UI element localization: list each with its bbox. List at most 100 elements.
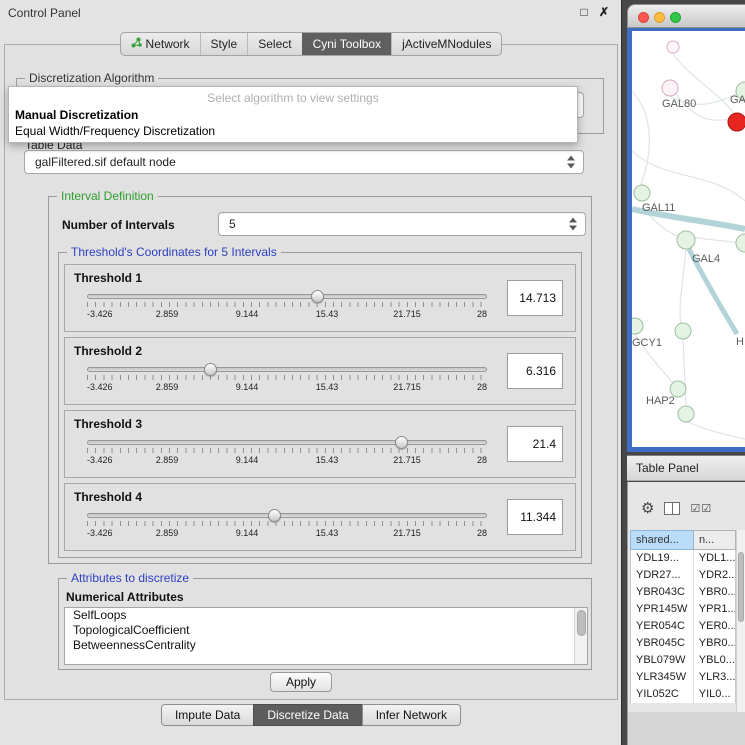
cell[interactable]: YIL0... [694,686,735,703]
column-header-shared-name[interactable]: shared... [630,530,694,550]
cell[interactable]: YBR043C [631,584,694,601]
table-scrollbar[interactable] [736,530,745,712]
network-node[interactable] [677,231,695,249]
cell[interactable]: YBR0... [694,584,735,601]
tab-discretize-data[interactable]: Discretize Data [253,704,362,726]
slider-ticks [87,521,487,526]
threshold-4-value-input[interactable] [507,499,563,535]
threshold-label: Threshold 2 [74,344,142,358]
num-intervals-label: Number of Intervals [62,218,175,232]
tab-network[interactable]: Network [121,33,200,55]
dropdown-option-manual-discretization[interactable]: Manual Discretization [9,107,577,123]
attributes-scrollbar[interactable] [574,608,587,664]
node-label: GA [730,94,745,106]
num-intervals-combobox[interactable]: 5 [218,212,586,236]
table-row[interactable]: YPR145WYPR1... [631,601,735,618]
checkbox-icons[interactable]: ☑☑ [690,502,712,515]
threshold-1-panel: Threshold 1 -3.426 2.859 9.144 15.43 21.… [64,264,576,332]
cell[interactable]: YBL0... [694,652,735,669]
cell[interactable]: YDR27... [631,567,694,584]
cell[interactable]: YDL1... [694,550,735,567]
threshold-2-value-input[interactable] [507,353,563,389]
table-row[interactable]: YBL079WYBL0... [631,652,735,669]
table-row[interactable]: YDR27...YDR2... [631,567,735,584]
scrollbar-thumb[interactable] [577,610,586,636]
apply-button[interactable]: Apply [270,672,332,692]
threshold-4-slider[interactable] [87,513,487,518]
cell[interactable]: YLR345W [631,669,694,686]
table-panel-footer [627,712,745,745]
table-data-combobox[interactable]: galFiltered.sif default node [24,150,584,174]
gear-icon[interactable]: ⚙ [641,499,654,517]
threshold-2-slider[interactable] [87,367,487,372]
algorithm-group-title: Discretization Algorithm [25,71,158,85]
list-item[interactable]: BetweennessCentrality [65,638,587,653]
columns-icon[interactable] [664,502,680,515]
close-traffic-light-icon[interactable] [638,12,649,23]
node-label: HAP2 [646,395,675,407]
close-icon[interactable]: ✗ [596,5,612,19]
threshold-1-value-input[interactable] [507,280,563,316]
checkbox-icon[interactable]: ☑ [690,503,701,515]
tab-jactivemodules[interactable]: jActiveMNodules [391,33,501,55]
column-header-name[interactable]: n... [694,530,736,550]
cell[interactable]: YLR3... [694,669,735,686]
table-row[interactable]: YIL052CYIL0... [631,686,735,703]
network-node[interactable] [675,323,691,339]
network-node[interactable] [736,234,745,252]
threshold-3-slider[interactable] [87,440,487,445]
cell[interactable]: YER054C [631,618,694,635]
minimize-traffic-light-icon[interactable] [654,12,665,23]
table-data-value: galFiltered.sif default node [35,155,176,169]
threshold-3-panel: Threshold 3 -3.426 2.859 9.144 15.43 21.… [64,410,576,478]
table-panel-toolbar: ⚙ ☑☑ [627,493,745,523]
table-row[interactable]: YDL19...YDL1... [631,550,735,567]
threshold-3-value-input[interactable] [507,426,563,462]
bottom-tab-bar: Impute Data Discretize Data Infer Networ… [0,704,622,726]
list-item[interactable]: TopologicalCoefficient [65,623,587,638]
scrollbar-thumb[interactable] [738,552,744,622]
network-node[interactable] [632,318,643,334]
cell[interactable]: YDL19... [631,550,694,567]
cell[interactable]: YDR2... [694,567,735,584]
network-canvas[interactable]: GAL80 GAL11 GAL4 GCY1 HAP2 GA H [632,31,745,447]
network-node[interactable] [634,185,650,201]
network-node-selected[interactable] [728,113,745,131]
cell[interactable]: YPR1... [694,601,735,618]
float-window-icon[interactable]: □ [576,5,592,19]
control-panel-window: Control Panel □ ✗ Network Style Select C… [0,0,622,745]
cell[interactable]: YBL079W [631,652,694,669]
table-row[interactable]: YLR345WYLR3... [631,669,735,686]
checkbox-icon[interactable]: ☑ [701,503,712,515]
threshold-label: Threshold 1 [74,271,142,285]
network-node[interactable] [662,80,678,96]
cell[interactable]: YER0... [694,618,735,635]
attributes-list: SelfLoops TopologicalCoefficient Between… [64,607,588,665]
network-view-frame: GAL80 GAL11 GAL4 GCY1 HAP2 GA H [627,28,745,452]
cell[interactable]: YIL052C [631,686,694,703]
table-row[interactable]: YBR043CYBR0... [631,584,735,601]
slider-ticks [87,448,487,453]
tab-select[interactable]: Select [247,33,301,55]
tab-style[interactable]: Style [200,33,248,55]
threshold-1-slider[interactable] [87,294,487,299]
tab-impute-data[interactable]: Impute Data [161,704,254,726]
network-node[interactable] [678,406,694,422]
table-row[interactable]: YBR045CYBR0... [631,635,735,652]
list-item[interactable]: SelfLoops [65,608,587,623]
tab-cyni-toolbox[interactable]: Cyni Toolbox [302,33,391,55]
dropdown-prompt[interactable]: Select algorithm to view settings [9,89,577,107]
tab-infer-network[interactable]: Infer Network [362,704,461,726]
node-label: H [736,336,744,348]
table-panel-header: Table Panel [627,455,745,481]
network-node[interactable] [667,41,679,53]
cell[interactable]: YBR045C [631,635,694,652]
dropdown-option-equal-width[interactable]: Equal Width/Frequency Discretization [9,123,577,139]
tab-label: jActiveMNodules [402,37,491,51]
cell[interactable]: YPR145W [631,601,694,618]
zoom-traffic-light-icon[interactable] [670,12,681,23]
slider-ticks [87,302,487,307]
table-row[interactable]: YER054CYER0... [631,618,735,635]
network-window-titlebar[interactable] [627,4,745,28]
cell[interactable]: YBR0... [694,635,735,652]
